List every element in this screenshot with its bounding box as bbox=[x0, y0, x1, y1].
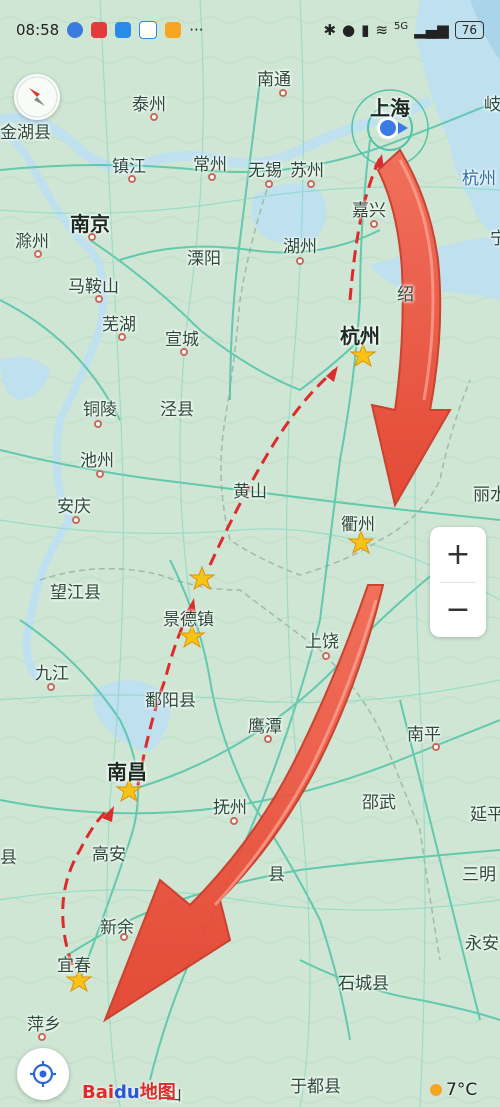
city-dot bbox=[118, 333, 126, 341]
browser-icon bbox=[67, 22, 84, 38]
zoom-controls: + − bbox=[430, 527, 486, 637]
mic-icon: ▮ bbox=[361, 21, 370, 39]
city-label: 邵武 bbox=[362, 793, 396, 813]
city-label: 马鞍山 bbox=[68, 277, 119, 297]
city-label: 宣城 bbox=[165, 330, 199, 350]
sun-icon bbox=[430, 1084, 442, 1096]
temperature-label: 7°C bbox=[446, 1080, 478, 1100]
city-label: 芜湖 bbox=[102, 315, 136, 335]
city-dot bbox=[370, 220, 378, 228]
city-label: 岐 bbox=[484, 95, 500, 115]
city-label: 滁州 bbox=[15, 232, 49, 252]
store-app-icon bbox=[165, 22, 182, 38]
city-dot bbox=[128, 175, 136, 183]
battery-indicator: 76 bbox=[454, 21, 484, 39]
city-label: 延平 bbox=[470, 805, 500, 825]
city-dot bbox=[432, 743, 440, 751]
city-dot bbox=[88, 233, 96, 241]
city-label: 嘉兴 bbox=[352, 201, 386, 221]
city-label: 镇江 bbox=[112, 157, 146, 177]
city-dot bbox=[296, 257, 304, 265]
city-dot bbox=[120, 933, 128, 941]
city-label: 高安 bbox=[92, 845, 126, 865]
weather-widget[interactable]: 7°C bbox=[430, 1080, 477, 1100]
compass-button[interactable] bbox=[14, 74, 60, 120]
city-label: 南通 bbox=[257, 70, 291, 90]
baidu-map-logo: Baidu地图 bbox=[82, 1082, 176, 1103]
city-label: 三明 bbox=[462, 865, 496, 885]
city-label: 绍 bbox=[397, 285, 414, 305]
bulb-app-icon bbox=[139, 21, 158, 39]
city-dot bbox=[95, 295, 103, 303]
city-dot bbox=[150, 113, 158, 121]
city-label: 上饶 bbox=[305, 632, 339, 652]
city-label: 鄱阳县 bbox=[145, 691, 196, 711]
city-label: 县 bbox=[268, 865, 285, 885]
city-label: 黄山 bbox=[233, 482, 267, 502]
city-label: 铜陵 bbox=[83, 400, 117, 420]
city-label-hangzhou: 杭州 bbox=[340, 324, 380, 348]
city-dot bbox=[72, 516, 80, 524]
city-label: 常州 bbox=[193, 155, 227, 175]
city-dot bbox=[47, 683, 55, 691]
search-app-icon bbox=[115, 22, 132, 38]
city-label-nanchang: 南昌 bbox=[107, 760, 147, 784]
city-label: 泾县 bbox=[160, 400, 194, 420]
city-label: 九江 bbox=[35, 664, 69, 684]
city-label: 永安 bbox=[465, 934, 499, 954]
city-label: 石城县 bbox=[338, 974, 389, 994]
city-label: 溧阳 bbox=[187, 249, 221, 269]
city-dot bbox=[38, 1033, 46, 1041]
city-dot bbox=[96, 470, 104, 478]
compass-icon bbox=[16, 76, 58, 118]
city-label: 安庆 bbox=[57, 497, 91, 517]
zoom-out-button[interactable]: − bbox=[430, 583, 486, 638]
wifi-icon: ≋ bbox=[375, 21, 388, 39]
city-label: 金湖县 bbox=[0, 123, 51, 143]
city-dot bbox=[307, 180, 315, 188]
location-icon: ● bbox=[342, 21, 356, 39]
city-dot bbox=[94, 420, 102, 428]
city-label: 望江县 bbox=[50, 583, 101, 603]
city-dot bbox=[279, 89, 287, 97]
city-dot bbox=[265, 180, 273, 188]
city-dot bbox=[34, 250, 42, 258]
city-label: 宜春 bbox=[57, 956, 91, 976]
status-time: 08:58 bbox=[16, 21, 60, 39]
zoom-in-button[interactable]: + bbox=[430, 527, 486, 582]
city-dot bbox=[180, 348, 188, 356]
city-label: 南平 bbox=[407, 725, 441, 745]
status-bar: 08:58 ··· ✱ ● ▮ ≋ 5G ▂▄▆ 76 bbox=[0, 0, 500, 60]
city-label: 衢州 bbox=[341, 515, 375, 535]
news-app-icon bbox=[91, 22, 108, 38]
city-label: 池州 bbox=[80, 451, 114, 471]
city-label: 无锡 bbox=[248, 161, 282, 181]
city-label: 萍乡 bbox=[27, 1015, 61, 1035]
more-notifications-icon: ··· bbox=[189, 21, 204, 39]
city-label: 苏州 bbox=[290, 161, 324, 181]
city-label-shanghai: 上海 bbox=[370, 96, 410, 120]
locate-me-button[interactable] bbox=[17, 1048, 69, 1100]
city-label: 鹰潭 bbox=[248, 717, 282, 737]
signal-icon: ▂▄▆ bbox=[414, 21, 449, 39]
city-label: 泰州 bbox=[132, 95, 166, 115]
city-dot bbox=[208, 173, 216, 181]
city-dot bbox=[230, 817, 238, 825]
city-label: 宁 bbox=[490, 229, 500, 249]
bluetooth-icon: ✱ bbox=[323, 21, 337, 39]
city-label: 丽水 bbox=[473, 485, 500, 505]
city-label: 新余 bbox=[100, 918, 134, 938]
city-label: 景德镇 bbox=[163, 610, 214, 630]
city-label: 杭州 bbox=[462, 169, 496, 189]
city-label: 于都县 bbox=[290, 1077, 341, 1097]
city-label: 县 bbox=[0, 848, 17, 868]
city-dot bbox=[264, 735, 272, 743]
city-dot bbox=[322, 652, 330, 660]
network-type-indicator: 5G bbox=[393, 21, 409, 32]
city-label: 抚州 bbox=[213, 798, 247, 818]
locate-icon bbox=[30, 1061, 56, 1087]
city-label: 湖州 bbox=[283, 237, 317, 257]
